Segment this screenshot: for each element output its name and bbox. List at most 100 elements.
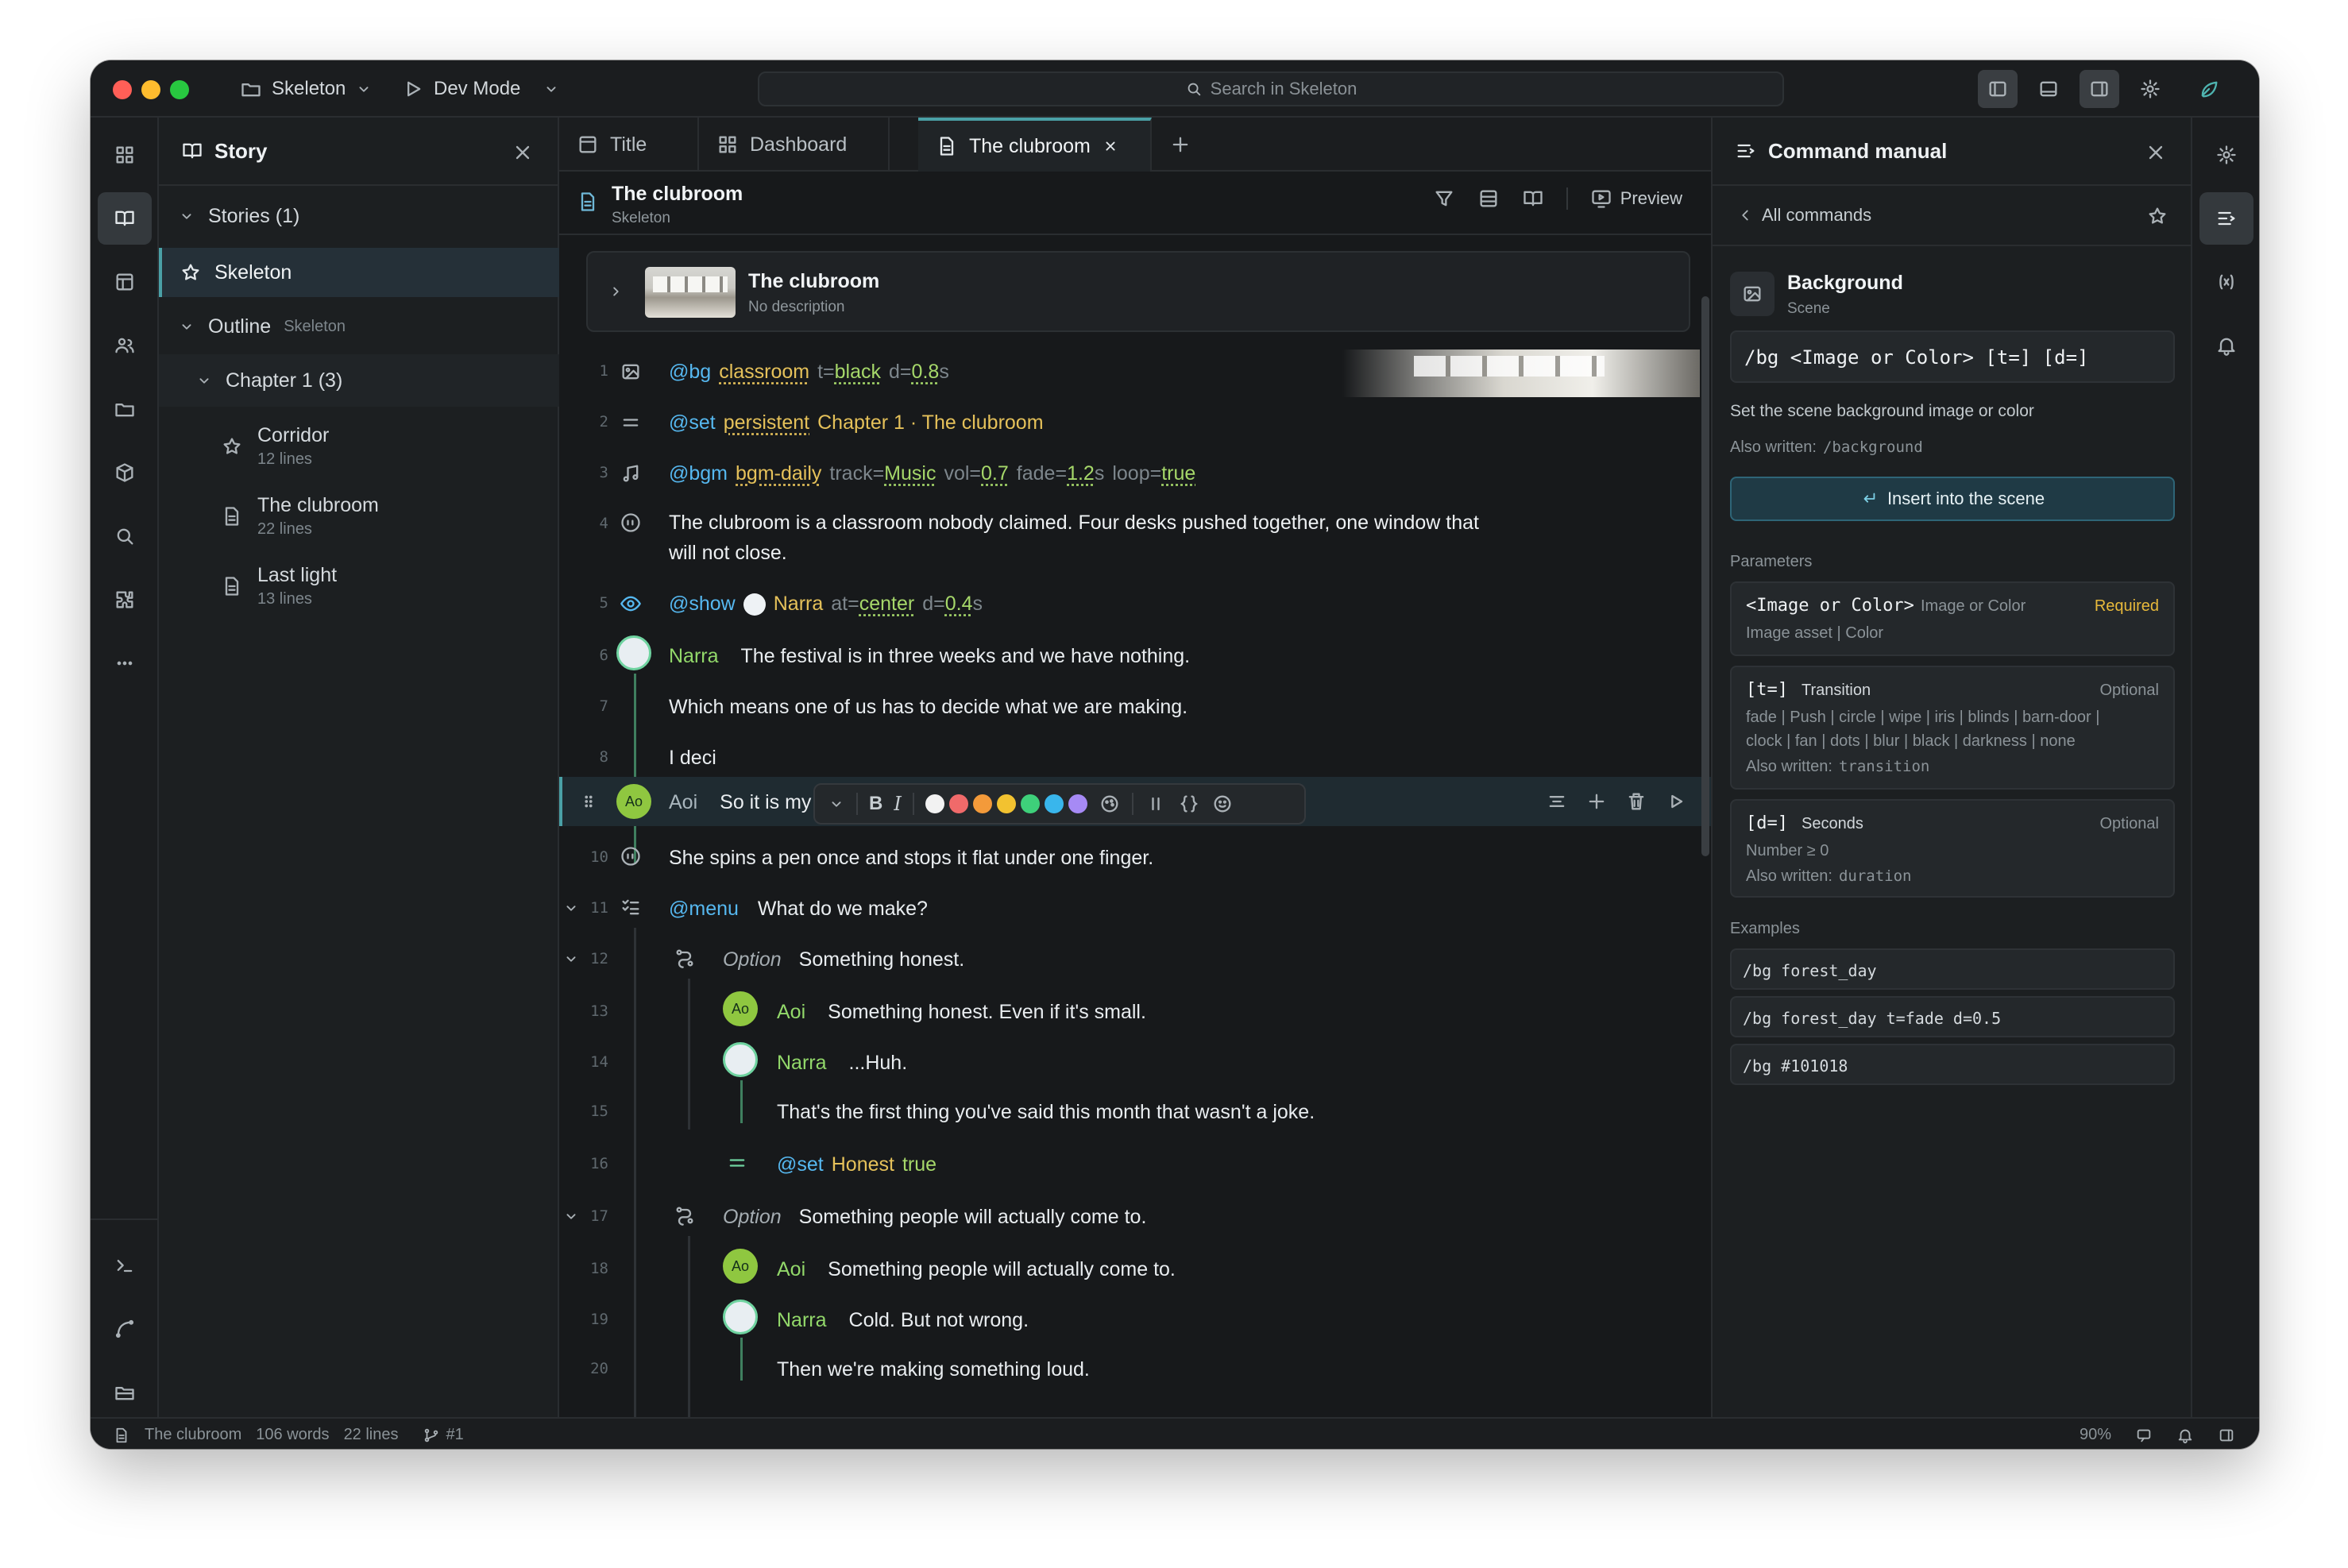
play-icon[interactable] xyxy=(1665,790,1687,813)
toggle-left-sidebar-button[interactable] xyxy=(1978,70,2018,108)
script-line-11[interactable]: 11 @menu What do we make? xyxy=(559,882,1711,933)
script-line-16[interactable]: 16 @set Honest true xyxy=(559,1136,1711,1187)
script-line-2[interactable]: 2 @set persistent Chapter 1 · The clubro… xyxy=(559,397,1711,448)
close-tab-icon[interactable] xyxy=(1102,137,1119,155)
insert-into-scene-button[interactable]: Insert into the scene xyxy=(1730,477,2175,521)
script-line-14[interactable]: 14 Narra ...Huh. xyxy=(559,1034,1711,1085)
chat-icon[interactable] xyxy=(2135,1427,2153,1444)
color-swatch-blue[interactable] xyxy=(1044,794,1064,813)
param-key: vol= xyxy=(944,462,982,485)
toggle-bottom-panel-button[interactable] xyxy=(2029,70,2068,108)
italic-button[interactable]: I xyxy=(894,793,901,815)
trash-icon[interactable] xyxy=(1625,790,1647,813)
preview-button[interactable]: Preview xyxy=(1590,187,1682,210)
scene-item-corridor[interactable]: Corridor 12 lines xyxy=(159,413,559,480)
star-icon[interactable] xyxy=(2146,205,2168,227)
script-line-6[interactable]: 6 Narra The festival is in three weeks a… xyxy=(559,628,1711,678)
story-item-skeleton[interactable]: Skeleton xyxy=(159,248,559,297)
script-line-8[interactable]: 8 I deci xyxy=(559,729,1711,780)
script-line-5[interactable]: 5 @show Narra at=center d=0.4s xyxy=(559,577,1711,628)
rail-more-button[interactable] xyxy=(98,637,152,689)
tab-title[interactable]: Title xyxy=(559,118,699,172)
close-icon[interactable] xyxy=(2145,141,2167,164)
emoji-icon[interactable] xyxy=(1211,793,1234,815)
pause-icon[interactable] xyxy=(1145,793,1167,815)
rail-packages-button[interactable] xyxy=(98,446,152,499)
rail-settings-button[interactable] xyxy=(2199,129,2253,181)
script-line-17[interactable]: 17 Option Something people will actually… xyxy=(559,1190,1711,1241)
align-center-icon[interactable] xyxy=(1546,790,1568,813)
new-tab-button[interactable] xyxy=(1152,118,1209,172)
outline-group[interactable]: Outline Skeleton xyxy=(159,303,559,350)
color-swatch-yellow[interactable] xyxy=(996,794,1016,813)
filter-icon[interactable] xyxy=(1433,187,1455,210)
command-keyword: @bg xyxy=(669,361,712,383)
color-swatch-purple[interactable] xyxy=(1068,794,1087,813)
color-swatch-red[interactable] xyxy=(948,794,968,813)
tab-label: The clubroom xyxy=(969,134,1091,157)
rail-files-button[interactable] xyxy=(98,1366,152,1419)
chevron-down-icon[interactable] xyxy=(828,795,845,813)
bell-icon[interactable] xyxy=(2176,1427,2194,1444)
editor-scrollbar[interactable] xyxy=(1701,296,1709,856)
script-line-12[interactable]: 12 Option Something honest. xyxy=(559,933,1711,983)
drag-handle-icon[interactable] xyxy=(580,793,597,810)
tab-the-clubroom[interactable]: The clubroom xyxy=(918,118,1152,172)
rail-plugins-button[interactable] xyxy=(98,574,152,626)
script-line-19[interactable]: 19 Narra Cold. But not wrong. xyxy=(559,1292,1711,1342)
stories-group[interactable]: Stories (1) xyxy=(159,194,559,238)
rail-assets-button[interactable] xyxy=(98,383,152,435)
script-line-10[interactable]: 10 She spins a pen once and stops it fla… xyxy=(559,831,1711,882)
line-number: 15 xyxy=(590,1103,608,1120)
all-commands-link[interactable]: All commands xyxy=(1736,205,1871,226)
example-item[interactable]: /bg #101018 xyxy=(1730,1044,2175,1085)
rail-command-manual-button[interactable] xyxy=(2199,192,2253,245)
status-branch[interactable]: #1 xyxy=(423,1426,464,1444)
scene-item-last-light[interactable]: Last light 13 lines xyxy=(159,553,559,620)
bold-button[interactable]: B xyxy=(869,793,882,815)
rail-story-button[interactable] xyxy=(98,192,152,245)
color-swatch-green[interactable] xyxy=(1020,794,1040,813)
rail-flow-button[interactable] xyxy=(98,1303,152,1355)
script-line-13[interactable]: 13 Ao Aoi Something honest. Even if it's… xyxy=(559,983,1711,1034)
rail-variables-button[interactable] xyxy=(2199,256,2253,308)
script-line-3[interactable]: 3 @bgm bgm-daily track=Music vol=0.7 fad… xyxy=(559,448,1711,499)
toggle-right-sidebar-button[interactable] xyxy=(2080,70,2119,108)
settings-button[interactable] xyxy=(2130,70,2170,108)
chevron-down-icon xyxy=(182,214,191,219)
rail-terminal-button[interactable] xyxy=(98,1239,152,1292)
close-window-button[interactable] xyxy=(113,80,132,99)
plus-icon[interactable] xyxy=(1585,790,1608,813)
example-item[interactable]: /bg forest_day t=fade d=0.5 xyxy=(1730,996,2175,1037)
braces-icon[interactable] xyxy=(1178,793,1200,815)
project-switcher[interactable]: Skeleton xyxy=(240,73,373,105)
color-swatch-orange[interactable] xyxy=(972,794,992,813)
script-line-20[interactable]: 20 Then we're making something loud. xyxy=(559,1342,1711,1393)
example-item[interactable]: /bg forest_day xyxy=(1730,948,2175,990)
zoom-window-button[interactable] xyxy=(170,80,189,99)
script-line-18[interactable]: 18 Ao Aoi Something people will actually… xyxy=(559,1241,1711,1292)
sidebar-right-icon[interactable] xyxy=(2218,1427,2235,1444)
rail-layout-button[interactable] xyxy=(98,256,152,308)
color-swatch-white[interactable] xyxy=(925,794,944,813)
tab-dashboard[interactable]: Dashboard xyxy=(699,118,890,172)
book-open-icon[interactable] xyxy=(1522,187,1544,210)
palette-icon[interactable] xyxy=(1099,793,1121,815)
list-icon[interactable] xyxy=(1477,187,1500,210)
rail-notifications-button[interactable] xyxy=(2199,319,2253,372)
script-line-15[interactable]: 15 That's the first thing you've said th… xyxy=(559,1085,1711,1136)
scene-card[interactable]: The clubroom No description xyxy=(586,251,1690,332)
search-input[interactable]: Search in Skeleton xyxy=(758,71,1784,106)
rail-characters-button[interactable] xyxy=(98,319,152,372)
close-icon[interactable] xyxy=(512,141,534,164)
script-line-1[interactable]: 1 @bg classroom t=black d=0.8s xyxy=(559,346,1711,397)
minimize-window-button[interactable] xyxy=(141,80,160,99)
chapter-item[interactable]: Chapter 1 (3) xyxy=(159,354,559,407)
scene-item-clubroom[interactable]: The clubroom 22 lines xyxy=(159,483,559,550)
script-line-7[interactable]: 7 Which means one of us has to decide wh… xyxy=(559,680,1711,731)
mode-switcher[interactable]: Dev Mode xyxy=(402,73,560,105)
status-zoom[interactable]: 90% xyxy=(2080,1426,2111,1444)
rail-dashboard-button[interactable] xyxy=(98,129,152,181)
script-line-4[interactable]: 4 The clubroom is a classroom nobody cla… xyxy=(559,499,1711,575)
rail-search-button[interactable] xyxy=(98,510,152,562)
